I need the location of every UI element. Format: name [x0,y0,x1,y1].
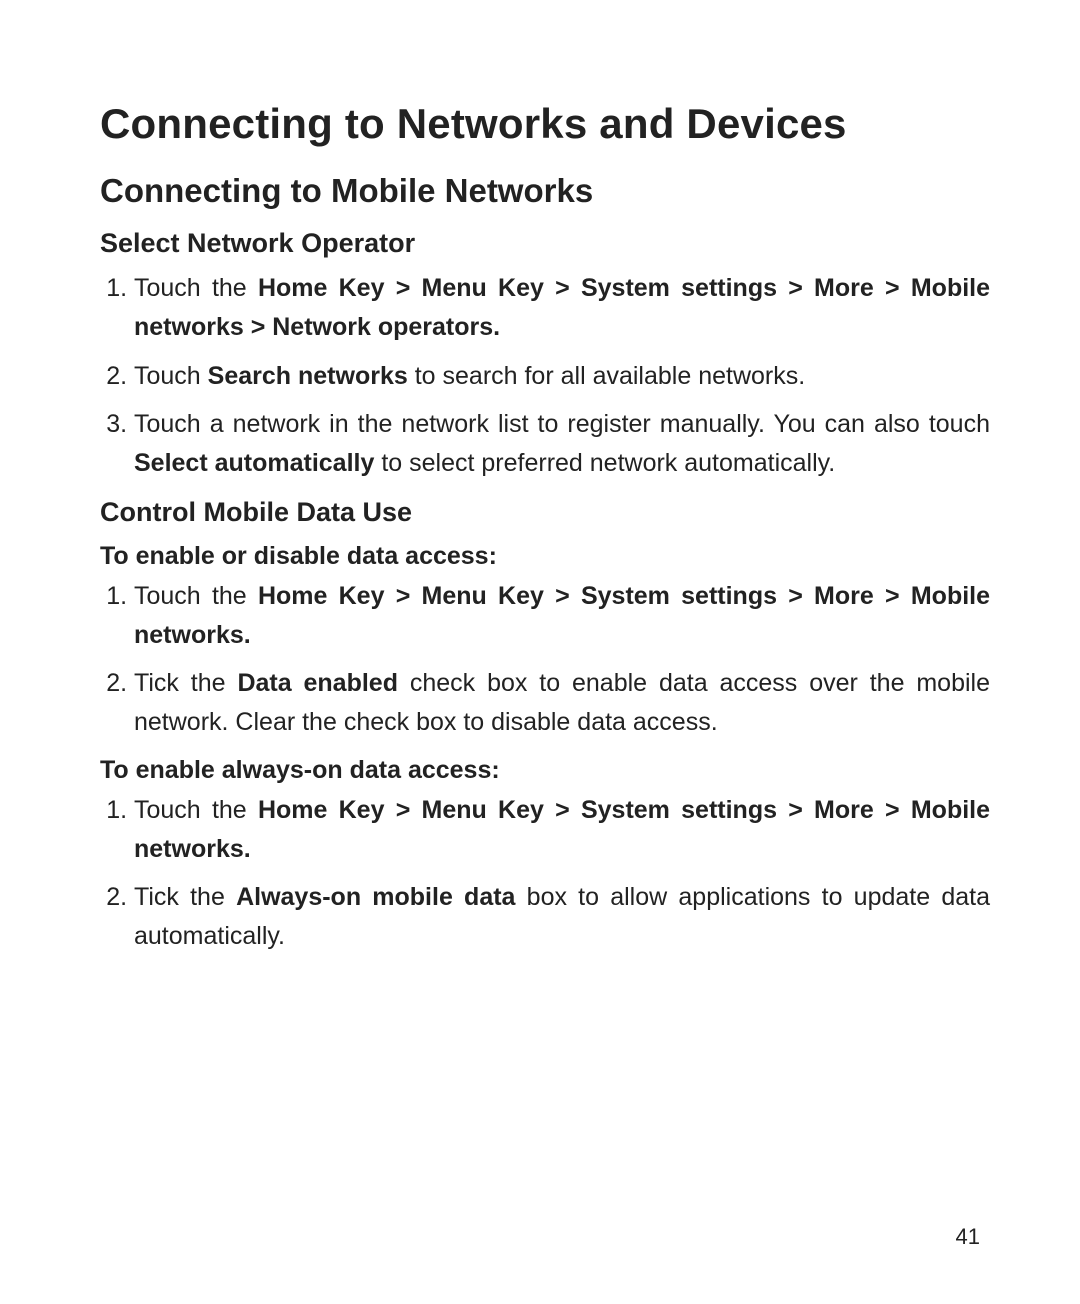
step-text: to select preferred network automaticall… [374,449,835,477]
list-item: Touch the Home Key > Menu Key > System s… [134,791,990,869]
section-title: Connecting to Mobile Networks [100,172,990,210]
step-text: to search for all available networks. [408,362,805,390]
step-text: Tick the [134,669,237,697]
list-item: Touch the Home Key > Menu Key > System s… [134,269,990,347]
step-text: Touch a network in the network list to r… [134,410,990,438]
step-bold: Data enabled [237,669,398,697]
list-item: Tick the Always-on mobile data box to al… [134,878,990,956]
label-always-on-data: To enable always-on data access: [100,756,990,785]
steps-select-network-operator: Touch the Home Key > Menu Key > System s… [100,269,990,483]
step-bold: Home Key > Menu Key > System settings > … [134,582,990,649]
step-bold: Search networks [208,362,408,390]
step-text: Tick the [134,883,236,911]
steps-always-on-data: Touch the Home Key > Menu Key > System s… [100,791,990,956]
step-bold: Always-on mobile data [236,883,515,911]
document-page: Connecting to Networks and Devices Conne… [0,0,1080,1304]
list-item: Touch a network in the network list to r… [134,405,990,483]
step-text: Touch the [134,796,258,824]
step-bold: Home Key > Menu Key > System settings > … [134,796,990,863]
list-item: Touch the Home Key > Menu Key > System s… [134,577,990,655]
page-number: 41 [956,1224,980,1250]
subsection-control-mobile-data-use: Control Mobile Data Use [100,497,990,528]
list-item: Tick the Data enabled check box to enabl… [134,664,990,742]
label-enable-disable-data: To enable or disable data access: [100,542,990,571]
chapter-title: Connecting to Networks and Devices [100,100,990,148]
step-text: Touch [134,362,208,390]
subsection-select-network-operator: Select Network Operator [100,228,990,259]
steps-enable-disable-data: Touch the Home Key > Menu Key > System s… [100,577,990,742]
step-text: Touch the [134,274,258,302]
list-item: Touch Search networks to search for all … [134,357,990,396]
step-bold: Select automatically [134,449,374,477]
step-text: Touch the [134,582,258,610]
step-bold: Home Key > Menu Key > System settings > … [134,274,990,341]
